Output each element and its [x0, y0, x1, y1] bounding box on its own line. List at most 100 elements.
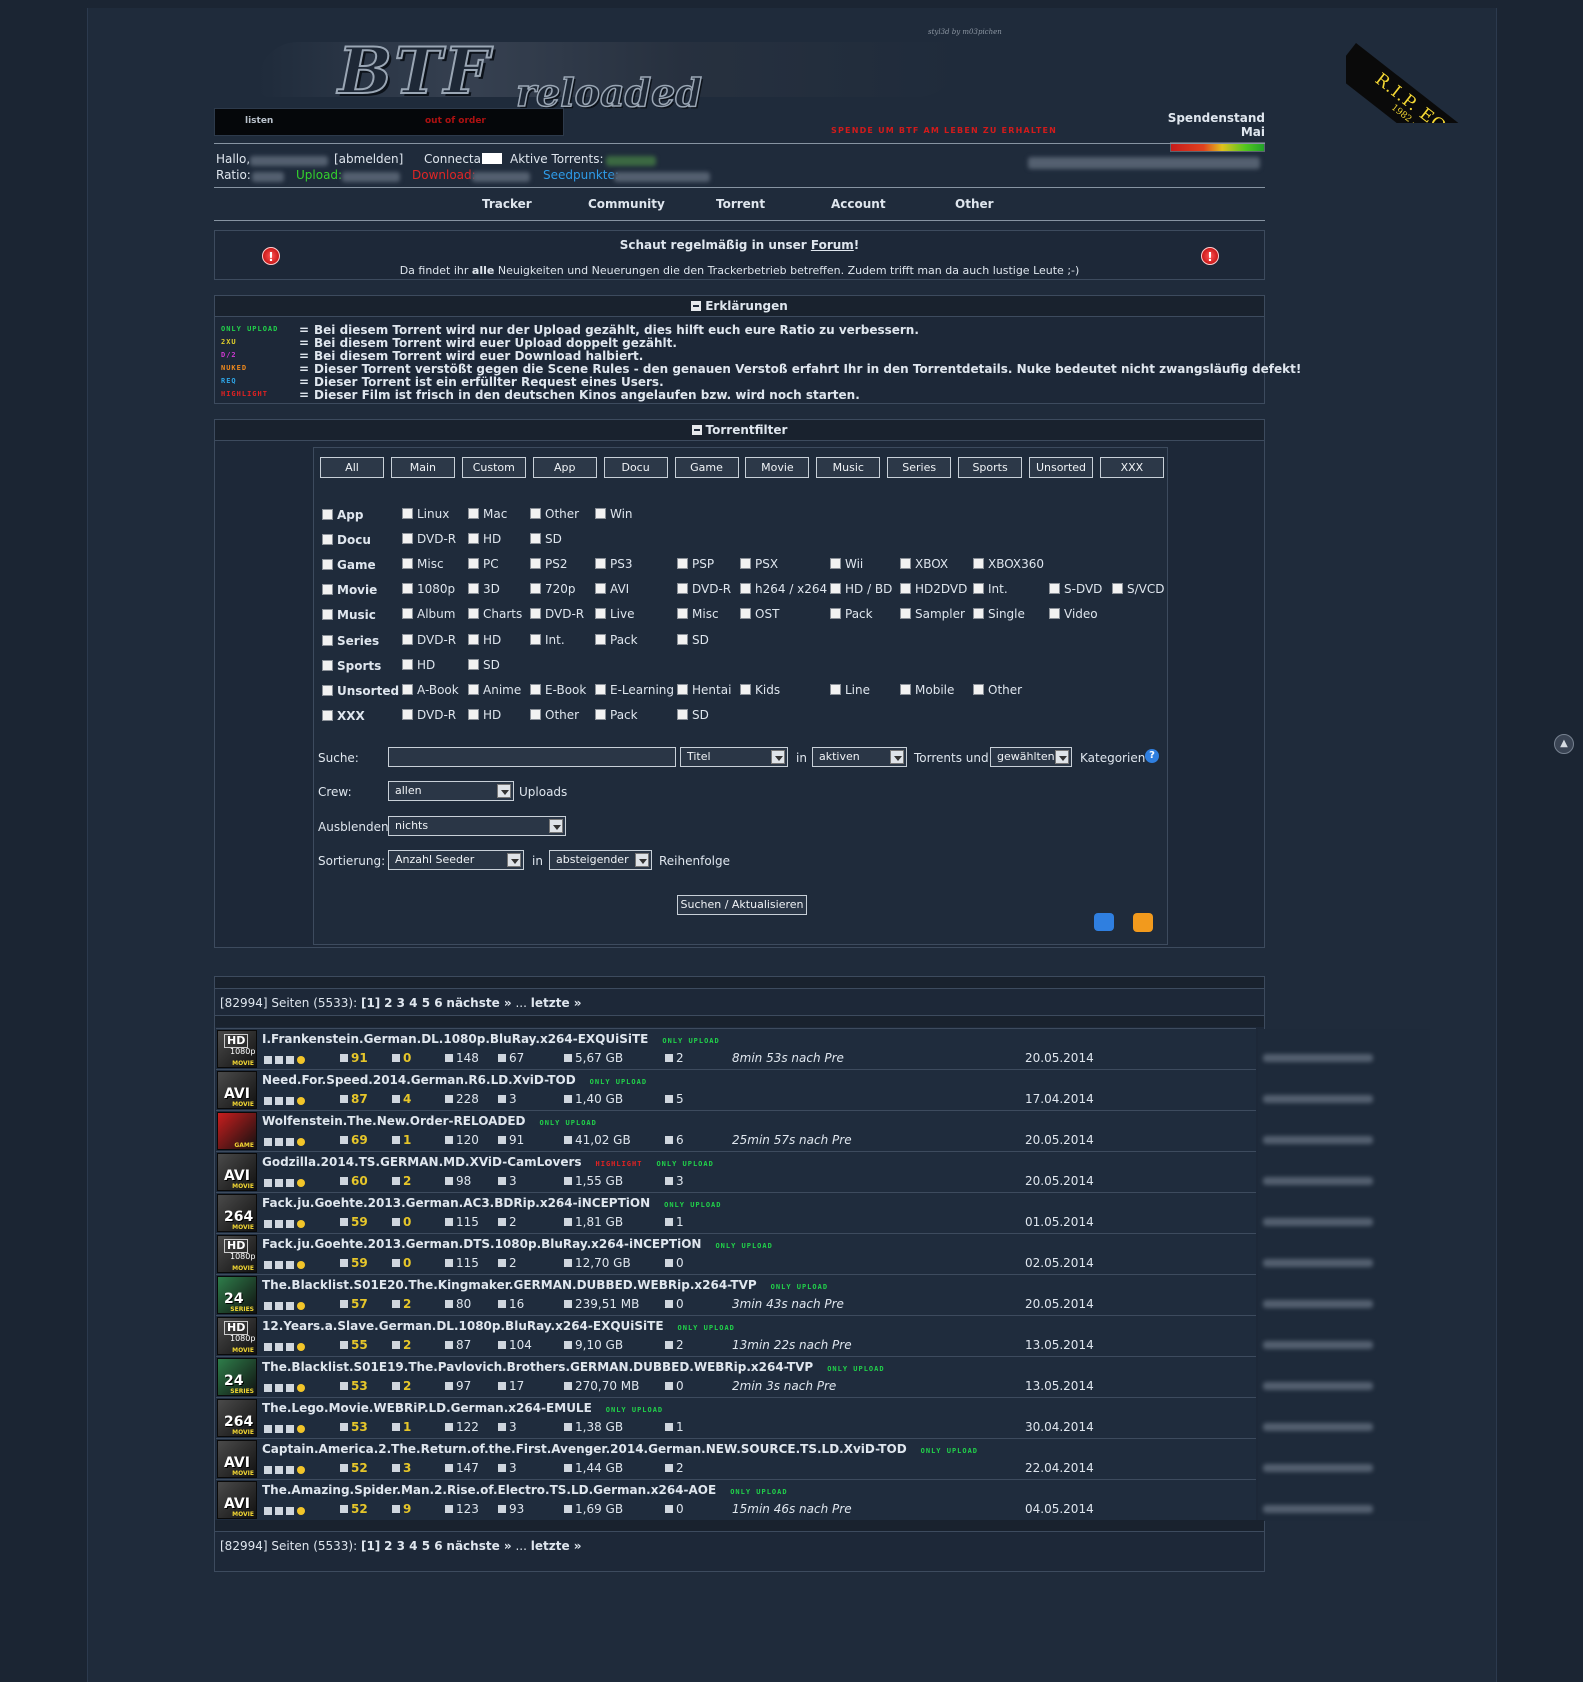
subcategory-checkbox[interactable]: Kids	[740, 683, 780, 697]
checkbox[interactable]	[402, 683, 413, 695]
category-checkbox-music[interactable]: Music	[322, 608, 376, 622]
subcategory-checkbox[interactable]: Single	[973, 607, 1025, 621]
category-button-sports[interactable]: Sports	[958, 457, 1023, 478]
checkbox[interactable]	[677, 708, 688, 720]
download-icon[interactable]	[264, 1302, 272, 1310]
pager-last[interactable]: letzte »	[531, 996, 582, 1010]
subcategory-checkbox[interactable]: Sampler	[900, 607, 965, 621]
donation-status[interactable]: Spendenstand Mai	[1154, 111, 1265, 152]
category-checkbox-unsorted[interactable]: Unsorted	[322, 684, 399, 698]
search-icon[interactable]	[286, 1343, 294, 1351]
subcategory-checkbox[interactable]: Misc	[402, 557, 444, 571]
search-icon[interactable]	[286, 1056, 294, 1064]
torrent-row[interactable]: HD 1080p MOVIE Fack.ju.Goehte.2013.German.D…	[216, 1233, 1430, 1275]
search-icon[interactable]	[286, 1507, 294, 1515]
subcategory-checkbox[interactable]: S/VCD	[1112, 582, 1165, 596]
checkbox[interactable]	[530, 708, 541, 720]
subcategory-checkbox[interactable]: h264 / x264	[740, 582, 827, 596]
checkbox[interactable]	[322, 609, 333, 621]
uploader-name[interactable]	[1263, 1423, 1373, 1431]
checkbox[interactable]	[322, 509, 333, 520]
rss-icon[interactable]	[1133, 913, 1153, 932]
category-thumbnail-icon[interactable]: AVI MOVIE	[217, 1071, 257, 1109]
info-icon[interactable]	[275, 1384, 283, 1392]
subcategory-checkbox[interactable]: Wii	[830, 557, 863, 571]
subcategory-checkbox[interactable]: SD	[530, 532, 562, 546]
checkbox[interactable]	[740, 583, 751, 595]
subcategory-checkbox[interactable]: HD	[468, 633, 501, 647]
info-icon[interactable]	[275, 1097, 283, 1105]
checkbox[interactable]	[1049, 608, 1060, 620]
torrent-row[interactable]: AVI MOVIE Captain.America.2.The.Return.of.…	[216, 1438, 1430, 1480]
download-icon[interactable]	[264, 1056, 272, 1064]
torrent-name-link[interactable]: Wolfenstein.The.New.Order-RELOADED ONLY U…	[262, 1114, 597, 1128]
checkbox[interactable]	[468, 508, 479, 519]
donation-call-link[interactable]: SPENDE UM BTF AM LEBEN ZU ERHALTEN	[831, 126, 1057, 135]
scroll-to-top-icon[interactable]: ▲	[1554, 734, 1574, 754]
row-action-icons[interactable]	[264, 1422, 309, 1433]
subcategory-checkbox[interactable]: HD2DVD	[900, 582, 967, 596]
category-thumbnail-icon[interactable]: 24 SERIES	[217, 1276, 257, 1314]
category-button-docu[interactable]: Docu	[603, 457, 668, 478]
subcategory-checkbox[interactable]: DVD-R	[677, 582, 731, 596]
checkbox[interactable]	[468, 708, 479, 720]
checkbox[interactable]	[830, 583, 841, 595]
dark-bar-right-link[interactable]: out of order	[425, 116, 486, 126]
subcategory-checkbox[interactable]: DVD-R	[530, 607, 584, 621]
download-icon[interactable]	[264, 1220, 272, 1228]
category-button-music[interactable]: Music	[816, 457, 881, 478]
search-icon[interactable]	[286, 1138, 294, 1146]
category-thumbnail-icon[interactable]: AVI MOVIE	[217, 1153, 257, 1191]
row-action-icons[interactable]	[264, 1053, 309, 1064]
category-checkbox-movie[interactable]: Movie	[322, 583, 377, 597]
subcategory-checkbox[interactable]: 1080p	[402, 582, 455, 596]
nav-torrent[interactable]: Torrent	[716, 197, 765, 211]
checkbox[interactable]	[740, 683, 751, 695]
category-checkbox-xxx[interactable]: XXX	[322, 709, 365, 723]
subcategory-checkbox[interactable]: Line	[830, 683, 870, 697]
subcategory-checkbox[interactable]: DVD-R	[402, 708, 456, 722]
site-banner[interactable]: BTF reloaded	[248, 20, 968, 116]
checkbox[interactable]	[530, 633, 541, 645]
checkbox[interactable]	[1049, 583, 1060, 595]
torrent-name-link[interactable]: Fack.ju.Goehte.2013.German.AC3.BDRip.x26…	[262, 1196, 721, 1210]
status-select[interactable]: aktiven	[812, 747, 907, 767]
category-button-main[interactable]: Main	[390, 457, 455, 478]
info-icon[interactable]	[275, 1425, 283, 1433]
row-action-icons[interactable]	[264, 1299, 309, 1310]
category-thumbnail-icon[interactable]: GAME	[217, 1112, 257, 1150]
uploader-name[interactable]	[1263, 1177, 1373, 1185]
nav-tracker[interactable]: Tracker	[482, 197, 532, 211]
torrent-row[interactable]: GAME Wolfenstein.The.New.Order-RELOADED ON…	[216, 1110, 1430, 1152]
category-thumbnail-icon[interactable]: AVI MOVIE	[217, 1440, 257, 1478]
checkbox[interactable]	[322, 684, 333, 696]
checkbox[interactable]	[322, 534, 333, 546]
info-icon[interactable]	[275, 1466, 283, 1474]
category-thumbnail-icon[interactable]: 264 MOVIE	[217, 1399, 257, 1437]
checkbox[interactable]	[468, 558, 479, 570]
checkbox[interactable]	[830, 558, 841, 570]
info-icon[interactable]	[275, 1302, 283, 1310]
checkbox[interactable]	[677, 583, 688, 595]
comments-count[interactable]: 1	[665, 1420, 684, 1434]
checkbox[interactable]	[595, 683, 606, 695]
checkbox[interactable]	[322, 559, 333, 571]
uploader-name[interactable]	[1263, 1464, 1373, 1472]
checkbox[interactable]	[677, 558, 688, 570]
row-action-icons[interactable]	[264, 1094, 309, 1105]
torrent-name-link[interactable]: The.Amazing.Spider.Man.2.Rise.of.Electro…	[262, 1483, 788, 1497]
category-button-movie[interactable]: Movie	[745, 457, 810, 478]
checkbox[interactable]	[973, 683, 984, 695]
torrent-name-link[interactable]: The.Blacklist.S01E20.The.Kingmaker.GERMA…	[262, 1278, 828, 1292]
collapse-icon[interactable]	[691, 425, 702, 435]
torrent-name-link[interactable]: I.Frankenstein.German.DL.1080p.BluRay.x2…	[262, 1032, 720, 1046]
pager-last[interactable]: letzte »	[531, 1539, 582, 1553]
dark-link-bar[interactable]: listen out of order	[214, 108, 564, 136]
subcategory-checkbox[interactable]: Win	[595, 507, 633, 521]
comments-count[interactable]: 2	[665, 1461, 684, 1475]
checkbox[interactable]	[973, 608, 984, 620]
subcategory-checkbox[interactable]: Charts	[468, 607, 522, 621]
dark-bar-left-link[interactable]: listen	[245, 116, 273, 126]
subcategory-checkbox[interactable]: Pack	[595, 633, 638, 647]
hide-select[interactable]: nichts	[388, 816, 566, 836]
